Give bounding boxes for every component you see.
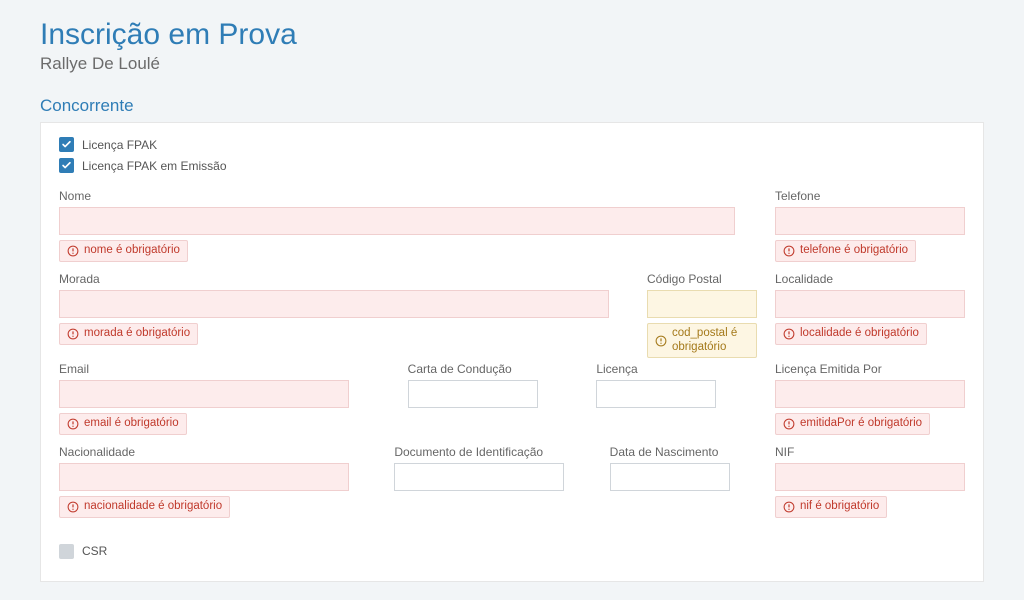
field-emitida-por: Licença Emitida Por emitidaPor é obrigat…: [775, 362, 965, 435]
field-licenca: Licença: [596, 362, 716, 435]
error-emitida-por: emitidaPor é obrigatório: [775, 413, 930, 435]
label-doc-id: Documento de Identificação: [394, 445, 564, 459]
field-carta: Carta de Condução: [408, 362, 538, 435]
concorrente-panel: Licença FPAK Licença FPAK em Emissão Nom…: [40, 122, 984, 582]
error-nif: nif é obrigatório: [775, 496, 887, 518]
check-icon: [59, 158, 74, 173]
page-subtitle: Rallye De Loulé: [40, 54, 984, 74]
input-licenca[interactable]: [596, 380, 716, 408]
label-nif: NIF: [775, 445, 965, 459]
checkbox-licenca-fpak-emissao[interactable]: Licença FPAK em Emissão: [59, 158, 965, 173]
label-emitida-por: Licença Emitida Por: [775, 362, 965, 376]
label-licenca: Licença: [596, 362, 716, 376]
input-nif[interactable]: [775, 463, 965, 491]
field-localidade: Localidade localidade é obrigatório: [775, 272, 965, 359]
error-localidade: localidade é obrigatório: [775, 323, 927, 345]
error-nacionalidade: nacionalidade é obrigatório: [59, 496, 230, 518]
checkbox-licenca-fpak[interactable]: Licença FPAK: [59, 137, 965, 152]
checkbox-csr[interactable]: CSR: [59, 544, 965, 559]
label-telefone: Telefone: [775, 189, 965, 203]
input-email[interactable]: [59, 380, 349, 408]
input-carta[interactable]: [408, 380, 538, 408]
warn-cod-postal: cod_postal é obrigatório: [647, 323, 757, 359]
checkbox-label: Licença FPAK em Emissão: [82, 159, 227, 173]
page: Inscrição em Prova Rallye De Loulé Conco…: [0, 0, 1024, 600]
field-telefone: Telefone telefone é obrigatório: [775, 189, 965, 262]
label-nacionalidade: Nacionalidade: [59, 445, 349, 459]
input-nacionalidade[interactable]: [59, 463, 349, 491]
field-nacionalidade: Nacionalidade nacionalidade é obrigatóri…: [59, 445, 349, 518]
input-cod-postal[interactable]: [647, 290, 757, 318]
checkbox-label: Licença FPAK: [82, 138, 157, 152]
field-doc-id: Documento de Identificação: [394, 445, 564, 518]
label-cod-postal: Código Postal: [647, 272, 757, 286]
label-carta: Carta de Condução: [408, 362, 538, 376]
error-telefone: telefone é obrigatório: [775, 240, 916, 262]
label-morada: Morada: [59, 272, 609, 286]
input-morada[interactable]: [59, 290, 609, 318]
label-email: Email: [59, 362, 349, 376]
label-nome: Nome: [59, 189, 735, 203]
error-email: email é obrigatório: [59, 413, 187, 435]
field-morada: Morada morada é obrigatório: [59, 272, 629, 359]
input-localidade[interactable]: [775, 290, 965, 318]
field-email: Email email é obrigatório: [59, 362, 349, 435]
input-data-nasc[interactable]: [610, 463, 730, 491]
field-nif: NIF nif é obrigatório: [775, 445, 965, 518]
error-nome: nome é obrigatório: [59, 240, 188, 262]
field-data-nasc: Data de Nascimento: [610, 445, 730, 518]
field-nome: Nome nome é obrigatório: [59, 189, 735, 262]
input-nome[interactable]: [59, 207, 735, 235]
check-icon: [59, 137, 74, 152]
input-telefone[interactable]: [775, 207, 965, 235]
field-cod-postal: Código Postal cod_postal é obrigatório: [647, 272, 757, 359]
checkbox-unchecked-icon: [59, 544, 74, 559]
label-localidade: Localidade: [775, 272, 965, 286]
error-morada: morada é obrigatório: [59, 323, 198, 345]
section-title: Concorrente: [40, 96, 984, 116]
input-doc-id[interactable]: [394, 463, 564, 491]
page-title: Inscrição em Prova: [40, 18, 984, 52]
checkbox-label: CSR: [82, 544, 107, 558]
input-emitida-por[interactable]: [775, 380, 965, 408]
label-data-nasc: Data de Nascimento: [610, 445, 730, 459]
